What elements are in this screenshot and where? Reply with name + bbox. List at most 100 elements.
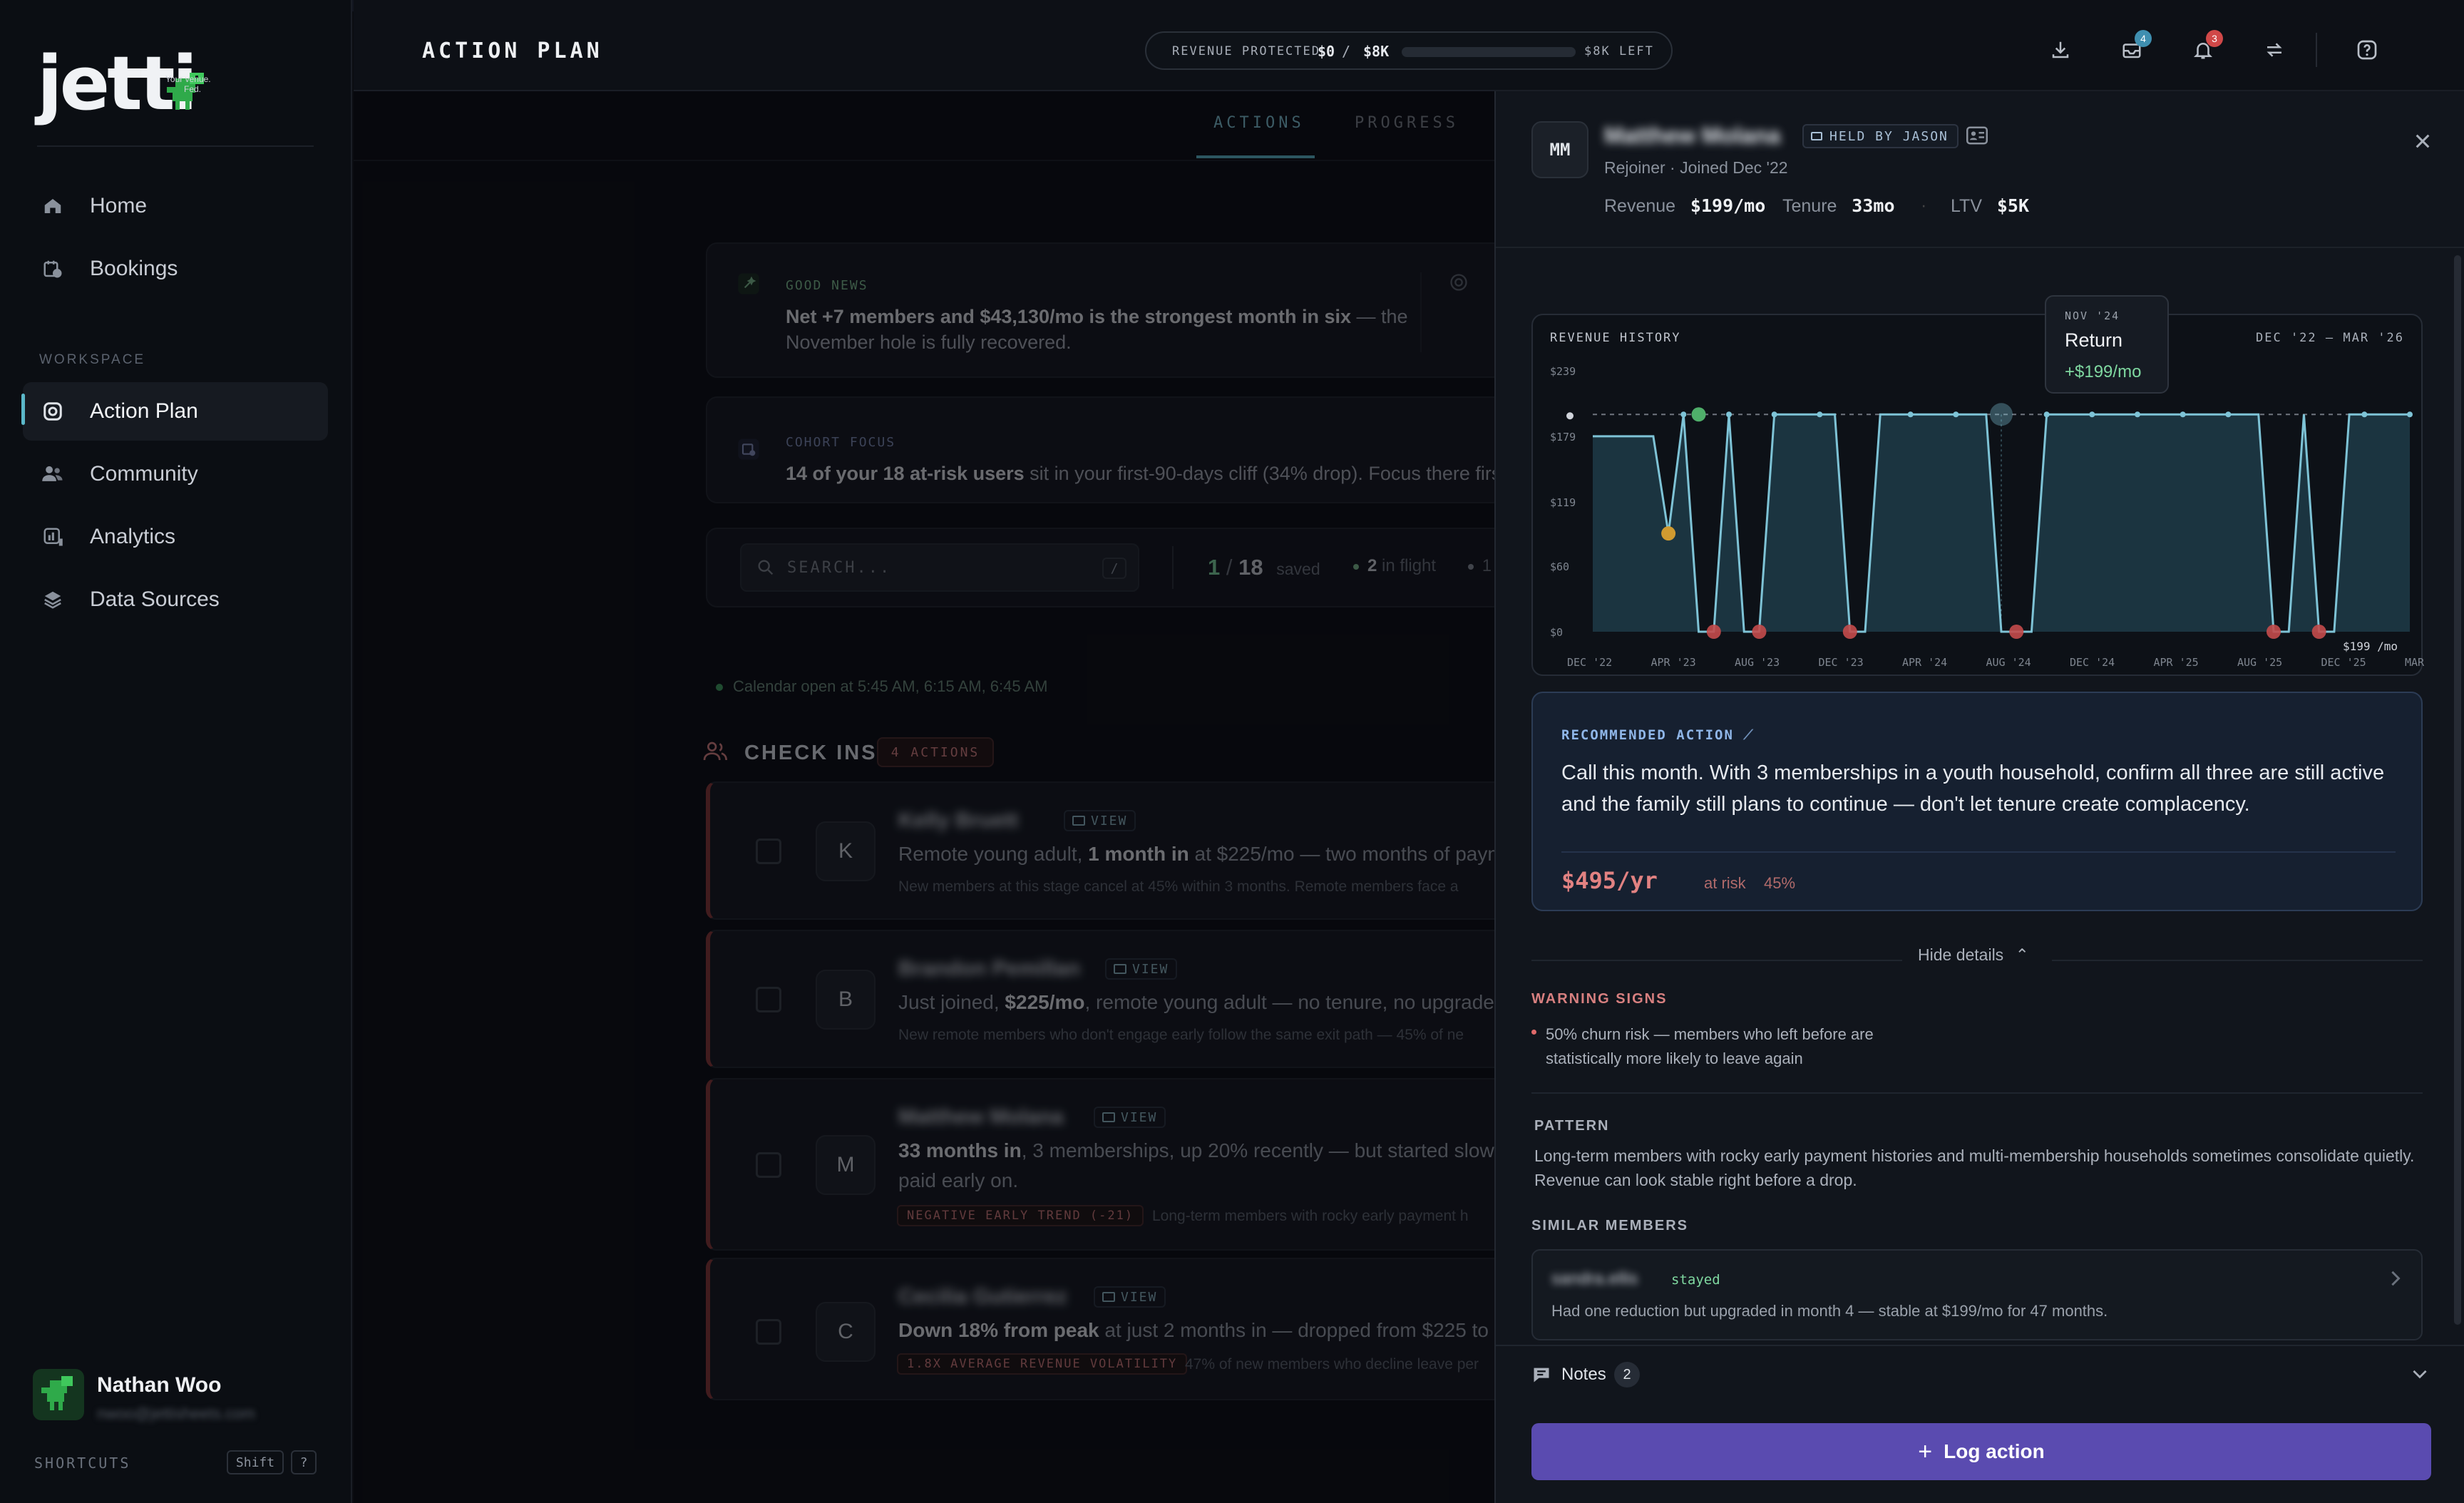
close-icon[interactable] — [2408, 127, 2437, 155]
member-name: Matthew Molana — [1604, 123, 1781, 148]
data-point — [1953, 411, 1959, 418]
recommended-action-card: RECOMMENDED ACTION ⟋ Call this month. Wi… — [1531, 692, 2423, 911]
view-button[interactable]: VIEW — [1094, 1286, 1166, 1308]
list-item[interactable]: K Kelly Bruett VIEW Remote young adult, … — [706, 781, 1504, 920]
cohort-focus-text: 14 of your 18 at-risk users sit in your … — [786, 463, 1512, 484]
data-point — [2089, 411, 2095, 418]
chart-plot[interactable]: $239 $179 $119 $60 $0 DEC '22 APR '23 AUG '23 DE… — [1533, 315, 2424, 677]
similar-member-state: stayed — [1671, 1272, 1720, 1288]
data-point — [1771, 411, 1777, 418]
revenue-left: $8K LEFT — [1584, 44, 1654, 58]
partial-marker — [1661, 526, 1676, 541]
id-card-icon[interactable] — [1966, 125, 1988, 149]
target-icon[interactable] — [1449, 272, 1469, 296]
sidebar-item-bookings[interactable]: Bookings — [23, 240, 328, 298]
x-tick-label: DEC '24 — [2070, 656, 2115, 669]
inbox-icon[interactable]: 4 — [2116, 30, 2152, 66]
warning-item: 50% churn risk — members who left before… — [1546, 1025, 1874, 1067]
divider — [1531, 1092, 2423, 1094]
avatar — [33, 1369, 84, 1420]
list-item[interactable]: M Matthew Molana VIEW 33 months in, 3 me… — [706, 1078, 1504, 1251]
drop-marker — [2009, 625, 2024, 639]
avatar: M — [816, 1135, 876, 1195]
search-input[interactable]: SEARCH... / — [740, 543, 1139, 592]
notes-section[interactable]: Notes 2 — [1496, 1345, 2464, 1405]
notes-label: Notes — [1561, 1365, 1606, 1384]
data-point — [1817, 411, 1823, 418]
warning-signs-title: WARNING SIGNS — [1531, 991, 1668, 1007]
data-point — [2180, 411, 2186, 418]
similar-member-card[interactable]: sandra.ellis stayed Had one reduction bu… — [1531, 1249, 2423, 1340]
download-icon[interactable] — [2045, 34, 2076, 66]
list-item[interactable]: C Cecilia Gutierrez VIEW Down 18% from p… — [706, 1258, 1504, 1400]
at-risk-label: at risk — [1704, 874, 1746, 892]
calendar-icon — [737, 438, 760, 464]
revenue-protected-pill[interactable]: REVENUE PROTECTED $0 / $8K $8K LEFT — [1145, 31, 1673, 70]
sidebar-item-label: Home — [90, 194, 148, 217]
check-ins-title: CHECK INS — [744, 742, 878, 764]
drop-marker — [2311, 625, 2326, 639]
drop-marker — [1752, 625, 1767, 639]
sidebar-item-data-sources[interactable]: Data Sources — [23, 570, 328, 629]
log-action-button[interactable]: + Log action — [1531, 1423, 2431, 1480]
bell-icon[interactable]: 3 — [2187, 30, 2223, 66]
row-checkbox[interactable] — [756, 1319, 781, 1345]
good-news-text: Net +7 members and $43,130/mo is the str… — [786, 306, 1408, 353]
chevron-up-icon: ⌃ — [2015, 945, 2029, 964]
risk-tag: NEGATIVE EARLY TREND (-21) — [897, 1205, 1144, 1226]
recommended-action-tag: RECOMMENDED ACTION ⟋ — [1561, 727, 1755, 743]
sidebar-item-home[interactable]: Home — [23, 177, 328, 235]
help-key: ? — [291, 1450, 317, 1474]
stat-separator: · — [1757, 195, 1763, 215]
help-icon[interactable] — [2351, 34, 2383, 66]
tab-progress[interactable]: PROGRESS — [1355, 114, 1459, 132]
sync-icon[interactable] — [2259, 34, 2290, 66]
y-tick-label: $60 — [1550, 560, 1569, 573]
good-news-card: GOOD NEWS Net +7 members and $43,130/mo … — [706, 242, 1504, 378]
data-point — [2225, 411, 2232, 418]
scrollbar[interactable] — [2454, 255, 2461, 1325]
similar-members-title: SIMILAR MEMBERS — [1531, 1218, 1688, 1233]
row-subtext: New remote members who don't engage earl… — [898, 1027, 1464, 1043]
avatar: C — [816, 1302, 876, 1362]
start-marker — [1566, 412, 1574, 420]
hide-details-toggle[interactable]: Hide details ⌃ — [1918, 945, 2029, 965]
sidebar-item-community[interactable]: Community — [23, 445, 328, 503]
y-tick-label: $179 — [1550, 431, 1576, 443]
list-item[interactable]: B Brandon Pemillan VIEW Just joined, $22… — [706, 930, 1504, 1068]
divider — [1420, 272, 1422, 352]
bell-badge: 3 — [2206, 30, 2223, 47]
view-button[interactable]: VIEW — [1064, 810, 1136, 831]
drop-marker — [2267, 625, 2281, 639]
y-tick-label: $0 — [1550, 626, 1563, 639]
tab-actions[interactable]: ACTIONS — [1213, 114, 1305, 132]
similar-member-text: Had one reduction but upgraded in month … — [1551, 1302, 2108, 1320]
chevron-down-icon — [2411, 1366, 2428, 1387]
held-by-badge[interactable]: HELD BY JASON — [1802, 124, 1959, 148]
view-button[interactable]: VIEW — [1094, 1107, 1166, 1128]
row-checkbox[interactable] — [756, 838, 781, 864]
drop-marker — [1842, 625, 1857, 639]
row-checkbox[interactable] — [756, 1152, 781, 1178]
member-name: Matthew Molana — [898, 1105, 1064, 1129]
plus-icon: + — [1918, 1437, 1933, 1465]
avatar: MM — [1531, 121, 1588, 178]
row-checkbox[interactable] — [756, 987, 781, 1012]
sidebar-item-label: Action Plan — [90, 399, 198, 423]
x-tick-label: APR '24 — [1902, 656, 1947, 669]
view-button[interactable]: VIEW — [1105, 958, 1178, 980]
x-tick-label: DEC '22 — [1567, 656, 1612, 669]
revenue-target: $8K — [1363, 43, 1390, 60]
user-profile[interactable]: Nathan Woo nwoo@jettisheets.com — [33, 1369, 332, 1426]
logo-tagline: Your venue. Fed. — [165, 74, 211, 94]
user-name: Nathan Woo — [97, 1373, 222, 1397]
row-subtext: 47% of new members who decline leave per — [1185, 1356, 1479, 1373]
drop-marker — [1706, 625, 1721, 639]
search-placeholder: SEARCH... — [787, 559, 892, 577]
sidebar-item-analytics[interactable]: Analytics — [23, 508, 328, 566]
avatar: K — [816, 821, 876, 881]
row-subtext: Long-term members with rocky early payme… — [1152, 1208, 1469, 1224]
home-icon — [38, 192, 67, 220]
revenue-stat: Revenue $199/mo — [1604, 195, 1766, 216]
sidebar-item-action-plan[interactable]: Action Plan — [23, 382, 328, 441]
